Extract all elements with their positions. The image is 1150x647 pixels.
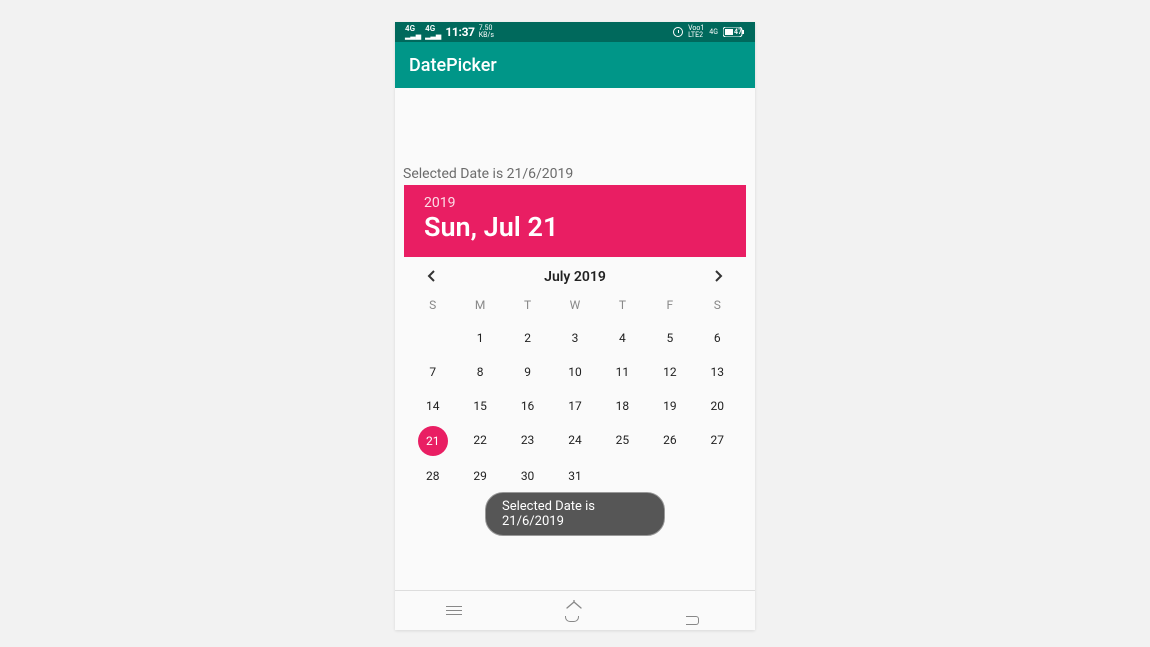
day-cell[interactable]: 18 [599,392,646,420]
weekday-header: W [551,292,598,318]
weekday-header: T [504,292,551,318]
day-cell[interactable]: 14 [409,392,456,420]
day-cell[interactable]: 3 [551,324,598,352]
net-4g-2: 4G [425,24,435,33]
next-month-button[interactable] [713,267,723,286]
net-right: 4G [709,29,718,36]
month-navigation: July 2019 [395,257,755,292]
day-cell[interactable]: 8 [456,358,503,386]
status-time: 11:37 [445,25,474,39]
weekday-header: S [409,292,456,318]
header-year[interactable]: 2019 [424,195,726,211]
day-cell[interactable]: 10 [551,358,598,386]
weekday-header: M [456,292,503,318]
home-button[interactable] [565,599,583,622]
day-cell[interactable]: 19 [646,392,693,420]
day-cell[interactable]: 21 [409,426,456,456]
day-cell[interactable]: 28 [409,462,456,490]
status-bar: 4G▂▃▅ 4G▂▃▅ 11:37 7.50KB/s Voo1LTE2 4G 4… [395,22,755,42]
datepicker-header: 2019 Sun, Jul 21 [404,185,746,257]
status-right: Voo1LTE2 4G 47 [673,25,745,39]
app-title: DatePicker [409,55,497,76]
system-navbar [395,590,755,630]
header-date[interactable]: Sun, Jul 21 [424,211,726,243]
day-cell[interactable]: 31 [551,462,598,490]
day-cell[interactable]: 27 [694,426,741,456]
carrier-2: LTE2 [688,31,703,39]
battery-text: 47 [734,28,742,36]
day-cell[interactable]: 11 [599,358,646,386]
back-button[interactable] [686,597,704,625]
day-cell[interactable]: 17 [551,392,598,420]
day-cell[interactable]: 7 [409,358,456,386]
day-cell[interactable]: 1 [456,324,503,352]
day-cell[interactable]: 16 [504,392,551,420]
day-cell[interactable]: 29 [456,462,503,490]
day-cell[interactable]: 5 [646,324,693,352]
status-left: 4G▂▃▅ 4G▂▃▅ 11:37 7.50KB/s [405,25,494,40]
day-cell[interactable]: 12 [646,358,693,386]
recent-apps-button[interactable] [446,606,462,616]
day-cell[interactable]: 15 [456,392,503,420]
day-cell[interactable]: 24 [551,426,598,456]
phone-frame: 4G▂▃▅ 4G▂▃▅ 11:37 7.50KB/s Voo1LTE2 4G 4… [395,22,755,630]
toast-message: Selected Date is 21/6/2019 [485,492,665,536]
day-cell[interactable]: 26 [646,426,693,456]
month-label: July 2019 [544,269,606,285]
day-cell[interactable]: 9 [504,358,551,386]
day-cell[interactable]: 30 [504,462,551,490]
day-cell[interactable]: 20 [694,392,741,420]
weekday-header: T [599,292,646,318]
day-cell[interactable]: 23 [504,426,551,456]
day-cell[interactable]: 2 [504,324,551,352]
net-speed-unit: KB/s [479,31,494,39]
calendar-grid: SMTWTFS123456789101112131415161718192021… [395,292,755,496]
day-cell[interactable]: 22 [456,426,503,456]
day-empty [646,462,693,490]
weekday-header: S [694,292,741,318]
day-cell[interactable]: 13 [694,358,741,386]
battery-icon: 47 [723,27,745,37]
day-cell[interactable]: 6 [694,324,741,352]
app-bar: DatePicker [395,42,755,88]
day-cell[interactable]: 25 [599,426,646,456]
selected-date-label: Selected Date is 21/6/2019 [395,88,755,185]
day-empty [599,462,646,490]
net-4g-1: 4G [405,24,415,33]
prev-month-button[interactable] [427,267,437,286]
day-cell[interactable]: 4 [599,324,646,352]
day-empty [409,324,456,352]
content-area: Selected Date is 21/6/2019 2019 Sun, Jul… [395,88,755,496]
day-empty [694,462,741,490]
weekday-header: F [646,292,693,318]
alarm-icon [673,27,683,37]
